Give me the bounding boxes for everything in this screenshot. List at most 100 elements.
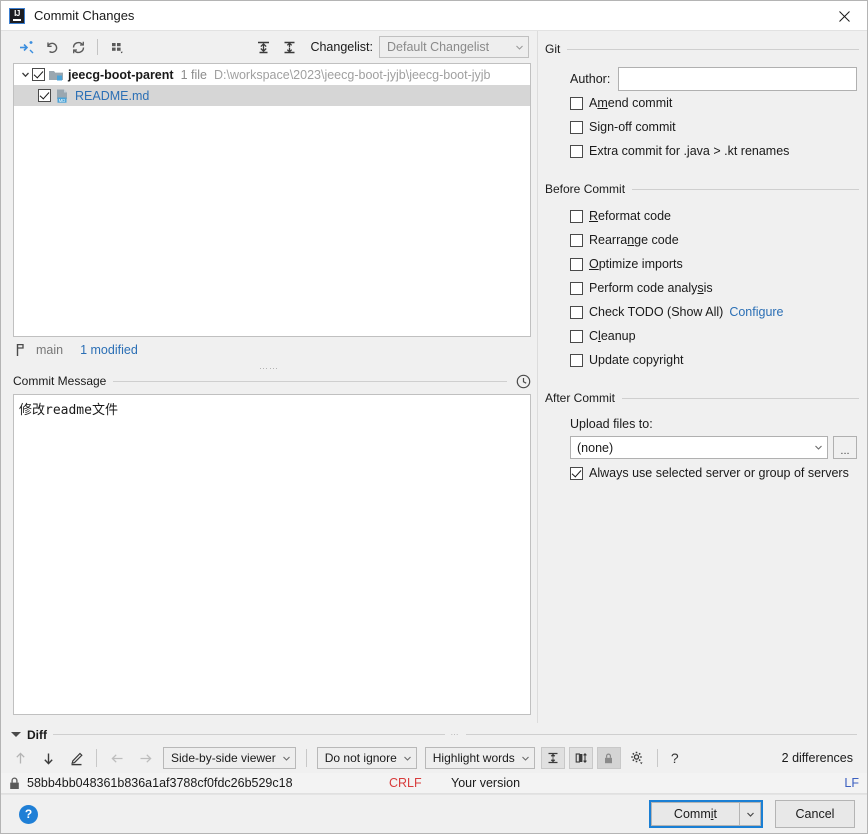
commit-split-button[interactable]: Commit	[648, 800, 763, 828]
pencil-edit-icon[interactable]	[63, 746, 89, 770]
cancel-button[interactable]: Cancel	[775, 800, 855, 828]
perform-code-analysis-checkbox[interactable]	[570, 281, 583, 295]
modified-count-link[interactable]: 1 modified	[80, 343, 138, 357]
markdown-file-icon: MD	[57, 89, 67, 102]
arrow-down-icon[interactable]	[35, 746, 61, 770]
revert-icon[interactable]	[39, 35, 65, 59]
reformat-code-checkbox-row[interactable]: Reformat code	[545, 204, 859, 228]
close-icon[interactable]	[821, 1, 867, 31]
amend-commit-checkbox-row[interactable]: Amend commit	[545, 91, 859, 115]
always-use-server-label: Always use selected server or group of s…	[589, 466, 849, 480]
lock-icon[interactable]	[596, 747, 621, 769]
arrow-up-icon[interactable]	[7, 746, 33, 770]
gear-icon[interactable]	[624, 746, 650, 770]
section-divider	[113, 380, 507, 382]
diff-left-line-number: 23	[367, 793, 380, 794]
diff-content[interactable]: ## 开发环境 23 24 23 24	[1, 793, 867, 794]
highlight-mode-dropdown[interactable]: Highlight words	[424, 747, 535, 769]
update-copyright-checkbox-row[interactable]: Update copyright	[545, 348, 859, 372]
check-todo-checkbox-row[interactable]: Check TODO (Show All) Configure	[545, 300, 859, 324]
tree-row-file[interactable]: MD README.md	[14, 85, 530, 106]
perform-code-analysis-checkbox-row[interactable]: Perform code analysis	[545, 276, 859, 300]
upload-server-value: (none)	[577, 440, 614, 455]
tree-row-root[interactable]: jeecg-boot-parent 1 file D:\workspace\20…	[14, 64, 530, 85]
root-node-count: 1 file	[180, 67, 207, 82]
branch-name: main	[36, 343, 64, 357]
folder-icon	[49, 70, 63, 80]
cleanup-checkbox-row[interactable]: Cleanup	[545, 324, 859, 348]
changes-tree[interactable]: jeecg-boot-parent 1 file D:\workspace\20…	[13, 63, 531, 337]
line-separator-left[interactable]: CRLF	[389, 776, 422, 790]
changelist-dropdown[interactable]: Default Changelist	[379, 36, 529, 58]
refresh-icon[interactable]	[65, 35, 91, 59]
commit-dropdown-button[interactable]	[739, 802, 761, 826]
perform-code-analysis-label: Perform code analysis	[589, 281, 713, 295]
extra-commit-renames-checkbox[interactable]	[570, 144, 583, 158]
collapse-all-icon[interactable]	[276, 35, 302, 59]
file-checkbox[interactable]	[38, 89, 51, 102]
after-commit-section-title: After Commit	[545, 391, 616, 405]
author-field[interactable]	[618, 67, 857, 91]
toolbar-separator	[97, 39, 98, 55]
upload-files-label: Upload files to:	[570, 417, 653, 431]
arrow-left-icon[interactable]	[104, 746, 130, 770]
arrow-right-icon[interactable]	[132, 746, 158, 770]
optimize-imports-checkbox[interactable]	[570, 257, 583, 271]
commit-message-input[interactable]: 修改readme文件	[13, 394, 531, 715]
diff-grip-dots[interactable]: ⋯	[451, 730, 460, 739]
ignore-mode-value: Do not ignore	[324, 751, 397, 765]
expand-all-icon[interactable]	[250, 35, 276, 59]
extra-commit-renames-checkbox-row[interactable]: Extra commit for .java > .kt renames	[545, 139, 859, 163]
diff-toolbar: Side-by-side viewer Do not ignore Highli…	[1, 743, 867, 773]
intellij-idea-icon: IJ	[9, 7, 25, 24]
rearrange-code-checkbox-row[interactable]: Rearrange code	[545, 228, 859, 252]
amend-commit-checkbox[interactable]	[570, 96, 583, 110]
ignore-mode-dropdown[interactable]: Do not ignore	[316, 747, 417, 769]
always-use-server-checkbox[interactable]	[570, 466, 583, 480]
extra-commit-renames-label: Extra commit for .java > .kt renames	[589, 144, 790, 158]
optimize-imports-checkbox-row[interactable]: Optimize imports	[545, 252, 859, 276]
chevron-down-icon	[516, 45, 523, 50]
changelist-label: Changelist:	[310, 40, 373, 54]
diff-right-line-number: 23	[367, 793, 380, 794]
rearrange-code-label: Rearrange code	[589, 233, 679, 247]
commit-message-section-header: Commit Message	[1, 372, 537, 390]
root-checkbox[interactable]	[32, 68, 45, 81]
question-mark-icon[interactable]: ?	[665, 750, 685, 766]
group-by-icon[interactable]	[104, 35, 130, 59]
collapse-triangle-icon[interactable]	[11, 732, 21, 737]
reformat-code-checkbox[interactable]	[570, 209, 583, 223]
show-diff-icon[interactable]	[13, 35, 39, 59]
sign-off-commit-checkbox[interactable]	[570, 120, 583, 134]
chevron-down-icon[interactable]	[18, 68, 32, 82]
commit-options-pane: Git Author: Amend commit Sign-off commit	[537, 31, 867, 723]
upload-server-dropdown[interactable]: (none)	[570, 436, 828, 459]
commit-changes-dialog: IJ Commit Changes Changelist: Default Ch…	[0, 0, 868, 834]
chevron-down-icon	[403, 756, 411, 761]
git-section-title: Git	[545, 42, 561, 56]
compare-columns-icon[interactable]	[568, 747, 593, 769]
commit-message-title: Commit Message	[13, 374, 107, 388]
always-use-server-checkbox-row[interactable]: Always use selected server or group of s…	[545, 461, 859, 485]
rearrange-code-checkbox[interactable]	[570, 233, 583, 247]
git-section-header: Git	[545, 39, 859, 59]
clock-history-icon[interactable]	[516, 374, 531, 389]
viewer-mode-dropdown[interactable]: Side-by-side viewer	[163, 747, 296, 769]
sign-off-commit-checkbox-row[interactable]: Sign-off commit	[545, 115, 859, 139]
git-branch-icon	[16, 343, 24, 356]
commit-button[interactable]: Commit	[650, 802, 739, 826]
check-todo-checkbox[interactable]	[570, 305, 583, 319]
help-icon[interactable]: ?	[19, 804, 38, 824]
cleanup-checkbox[interactable]	[570, 329, 583, 343]
highlight-mode-value: Highlight words	[432, 751, 515, 765]
after-commit-section: After Commit Upload files to: (none) ...	[545, 388, 859, 485]
collapse-unchanged-icon[interactable]	[540, 747, 565, 769]
browse-servers-button[interactable]: ...	[833, 436, 857, 459]
configure-todo-link[interactable]: Configure	[729, 305, 783, 319]
splitter-handle[interactable]: ⋯⋯	[1, 363, 537, 372]
line-separator-right[interactable]: LF	[844, 776, 859, 790]
dialog-body: Changelist: Default Changelist jeecg-boo…	[1, 31, 867, 723]
file-name: README.md	[75, 88, 150, 103]
reformat-code-label: Reformat code	[589, 209, 671, 223]
update-copyright-checkbox[interactable]	[570, 353, 583, 367]
